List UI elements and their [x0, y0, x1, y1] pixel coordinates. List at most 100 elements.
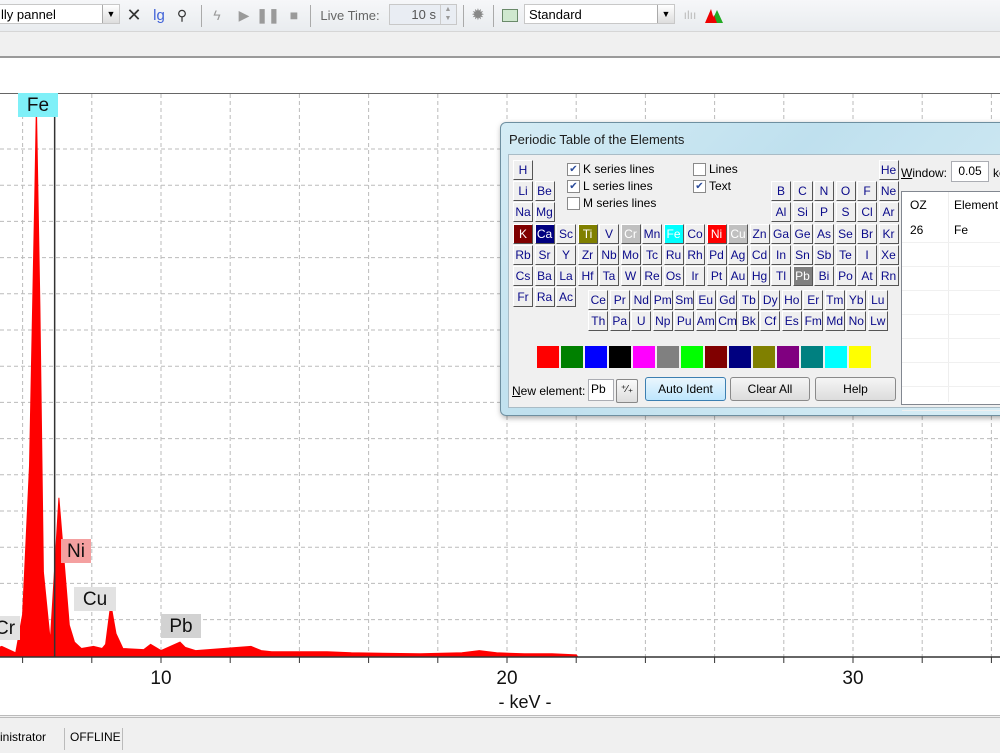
- element-cl[interactable]: Cl: [857, 202, 877, 223]
- element-f[interactable]: F: [857, 181, 877, 202]
- element-xe[interactable]: Xe: [878, 244, 899, 265]
- element-hg[interactable]: Hg: [749, 266, 770, 286]
- element-pa[interactable]: Pa: [609, 311, 630, 332]
- element-tm[interactable]: Tm: [824, 290, 845, 311]
- color-swatch[interactable]: [705, 346, 727, 368]
- spinner-arrows-icon[interactable]: ▲ ▼: [440, 5, 455, 24]
- element-sc[interactable]: Sc: [556, 223, 576, 244]
- color-swatch[interactable]: [609, 346, 631, 368]
- element-bi[interactable]: Bi: [814, 266, 834, 286]
- element-mo[interactable]: Mo: [620, 244, 641, 265]
- play-icon[interactable]: ▶: [234, 4, 254, 26]
- element-y[interactable]: Y: [556, 244, 576, 265]
- element-tc[interactable]: Tc: [642, 244, 662, 265]
- table-row[interactable]: [902, 266, 1000, 291]
- element-at[interactable]: At: [857, 266, 877, 286]
- k-series-checkbox[interactable]: ✔ K series lines: [567, 162, 654, 176]
- color-swatch[interactable]: [849, 346, 871, 368]
- element-ir[interactable]: Ir: [685, 266, 705, 286]
- element-dy[interactable]: Dy: [760, 290, 781, 311]
- table-row[interactable]: [902, 290, 1000, 315]
- element-cs[interactable]: Cs: [513, 266, 533, 286]
- color-swatch[interactable]: [657, 346, 679, 368]
- element-yb[interactable]: Yb: [846, 290, 867, 311]
- color-swatch[interactable]: [681, 346, 703, 368]
- element-no[interactable]: No: [846, 311, 867, 332]
- element-ho[interactable]: Ho: [781, 290, 802, 311]
- checkbox-l-series[interactable]: ✔: [567, 179, 580, 193]
- element-na[interactable]: Na: [513, 202, 533, 223]
- m-series-checkbox[interactable]: M series lines: [567, 196, 656, 210]
- element-re[interactable]: Re: [642, 266, 662, 286]
- element-al[interactable]: Al: [771, 202, 791, 223]
- element-ga[interactable]: Ga: [771, 223, 791, 244]
- element-lu[interactable]: Lu: [867, 290, 888, 311]
- element-au[interactable]: Au: [728, 266, 748, 286]
- element-os[interactable]: Os: [663, 266, 684, 286]
- element-se[interactable]: Se: [835, 223, 856, 244]
- element-mg[interactable]: Mg: [534, 202, 555, 223]
- clear-all-button[interactable]: Clear All: [730, 377, 810, 401]
- element-i[interactable]: I: [857, 244, 877, 265]
- element-sr[interactable]: Sr: [534, 244, 555, 265]
- element-si[interactable]: Si: [792, 202, 813, 223]
- element-fm[interactable]: Fm: [803, 311, 824, 332]
- gear-icon[interactable]: ✹: [468, 4, 488, 26]
- element-eu[interactable]: Eu: [695, 290, 716, 311]
- element-zr[interactable]: Zr: [577, 244, 598, 265]
- bars-chart-icon[interactable]: ılıı: [680, 4, 700, 26]
- periodic-table-dialog[interactable]: Periodic Table of the Elements ✔ K serie…: [500, 122, 1000, 416]
- lightning-icon[interactable]: ϟ: [207, 4, 227, 26]
- chevron-down-icon[interactable]: ▼: [102, 5, 119, 23]
- element-zn[interactable]: Zn: [749, 223, 770, 244]
- element-ce[interactable]: Ce: [588, 290, 609, 311]
- element-b[interactable]: B: [771, 181, 791, 202]
- element-ti[interactable]: Ti: [577, 223, 598, 244]
- element-pm[interactable]: Pm: [652, 290, 673, 311]
- color-swatch[interactable]: [585, 346, 607, 368]
- color-swatch[interactable]: [633, 346, 655, 368]
- element-po[interactable]: Po: [835, 266, 856, 286]
- element-tl[interactable]: Tl: [771, 266, 791, 286]
- column-header-element[interactable]: Element: [954, 192, 998, 218]
- checkbox-lines[interactable]: [693, 162, 706, 176]
- help-button[interactable]: Help: [815, 377, 896, 401]
- element-ta[interactable]: Ta: [599, 266, 619, 286]
- sort-toggle-icon[interactable]: ⁺⁄₊: [616, 379, 638, 403]
- column-header-oz[interactable]: OZ: [910, 192, 927, 218]
- element-fe[interactable]: Fe: [663, 223, 684, 244]
- element-s[interactable]: S: [835, 202, 856, 223]
- element-rn[interactable]: Rn: [878, 266, 899, 286]
- element-md[interactable]: Md: [824, 311, 845, 332]
- element-pd[interactable]: Pd: [706, 244, 727, 265]
- log-scale-button[interactable]: lg: [149, 4, 169, 26]
- element-he[interactable]: He: [878, 160, 899, 180]
- element-am[interactable]: Am: [695, 311, 716, 332]
- element-c[interactable]: C: [792, 181, 813, 202]
- element-ag[interactable]: Ag: [728, 244, 748, 265]
- element-ba[interactable]: Ba: [534, 266, 555, 286]
- element-kr[interactable]: Kr: [878, 223, 899, 244]
- element-tb[interactable]: Tb: [738, 290, 759, 311]
- element-ni[interactable]: Ni: [706, 223, 727, 244]
- element-br[interactable]: Br: [857, 223, 877, 244]
- element-ne[interactable]: Ne: [878, 181, 899, 202]
- color-swatch[interactable]: [801, 346, 823, 368]
- color-swatch[interactable]: [537, 346, 559, 368]
- element-mn[interactable]: Mn: [642, 223, 662, 244]
- element-sb[interactable]: Sb: [814, 244, 834, 265]
- element-hf[interactable]: Hf: [577, 266, 598, 286]
- live-time-spinner[interactable]: 10 s ▲ ▼: [389, 4, 457, 25]
- color-swatch[interactable]: [753, 346, 775, 368]
- element-cd[interactable]: Cd: [749, 244, 770, 265]
- chevron-down-icon[interactable]: ▼: [657, 5, 674, 23]
- element-n[interactable]: N: [814, 181, 834, 202]
- table-row[interactable]: [902, 338, 1000, 363]
- element-gd[interactable]: Gd: [717, 290, 738, 311]
- element-sm[interactable]: Sm: [674, 290, 695, 311]
- element-li[interactable]: Li: [513, 181, 533, 202]
- checkbox-text[interactable]: ✔: [693, 179, 706, 193]
- element-ac[interactable]: Ac: [556, 287, 576, 308]
- element-cm[interactable]: Cm: [717, 311, 738, 332]
- peak-chart-icon[interactable]: [704, 4, 724, 26]
